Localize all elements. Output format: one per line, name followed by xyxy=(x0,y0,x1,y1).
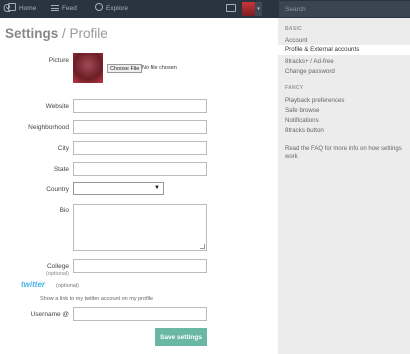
sidebar-faq-text[interactable]: Read the FAQ for more info on how settin… xyxy=(285,145,405,161)
nav-feed-label: Feed xyxy=(62,5,77,12)
city-label: City xyxy=(57,145,69,152)
state-label: State xyxy=(53,166,69,173)
chevron-down-icon[interactable]: ▾ xyxy=(255,2,262,16)
feed-icon xyxy=(51,5,59,11)
page-title-sub: Profile xyxy=(69,26,108,41)
website-field[interactable] xyxy=(73,99,207,113)
sidebar-item-playback[interactable]: Playback preferences xyxy=(285,97,345,104)
sidebar-item-account[interactable]: Account xyxy=(285,37,307,44)
picture-label: Picture xyxy=(48,57,69,64)
dropdown-arrow-icon: ▼ xyxy=(154,185,160,191)
profile-picture xyxy=(73,53,103,83)
sidebar-item-8tracks-plus[interactable]: 8tracks+ / Ad-free xyxy=(285,58,334,65)
twitter-optional-text: (optional) xyxy=(56,283,79,289)
college-label: College (optional) xyxy=(46,263,69,277)
no-file-text: No file chosen xyxy=(142,65,177,71)
page-title-main: Settings xyxy=(5,26,59,41)
neighborhood-label: Neighborhood xyxy=(28,124,69,131)
messages-icon[interactable] xyxy=(226,4,236,12)
sidebar-item-profile[interactable]: Profile & External accounts xyxy=(278,45,410,55)
home-icon xyxy=(8,3,16,11)
sidebar-item-8tracks-button[interactable]: 8tracks button xyxy=(285,127,324,134)
website-label: Website xyxy=(45,103,69,110)
page-title-separator: / xyxy=(58,26,70,41)
college-field[interactable] xyxy=(73,259,207,273)
sidebar-item-notifications[interactable]: Notifications xyxy=(285,117,319,124)
college-optional-text: (optional) xyxy=(46,271,69,277)
bio-label: Bio xyxy=(59,207,69,214)
nav-home-label: Home xyxy=(19,5,37,12)
username-field[interactable] xyxy=(73,307,207,321)
nav-feed[interactable]: Feed xyxy=(51,0,77,18)
country-label: Country xyxy=(46,186,69,193)
explore-icon xyxy=(95,3,103,11)
country-select[interactable]: ▼ xyxy=(73,182,164,195)
user-avatar[interactable] xyxy=(242,2,255,16)
resize-handle-icon[interactable] xyxy=(200,244,205,249)
city-field[interactable] xyxy=(73,141,207,155)
username-label: Username @ xyxy=(30,311,69,318)
choose-file-button[interactable]: Choose File xyxy=(107,64,143,73)
state-field[interactable] xyxy=(73,162,207,176)
neighborhood-field[interactable] xyxy=(73,120,207,134)
nav-explore[interactable]: Explore xyxy=(95,0,128,18)
top-nav-bar: ᘓ Home Feed Explore ▾ xyxy=(0,0,410,18)
nav-explore-label: Explore xyxy=(106,5,129,12)
twitter-hint-text: Show a link to my twitter account on my … xyxy=(40,296,154,302)
bio-textarea[interactable] xyxy=(73,204,207,251)
sidebar-item-change-password[interactable]: Change password xyxy=(285,68,335,75)
page-title: Settings / Profile xyxy=(5,26,108,41)
sidebar-heading-basic: BASIC xyxy=(285,26,303,32)
sidebar-item-safe-browse[interactable]: Safe browse xyxy=(285,107,319,114)
search-input[interactable] xyxy=(279,1,410,17)
twitter-logo: twitter xyxy=(21,280,45,289)
nav-home[interactable]: Home xyxy=(8,0,36,18)
sidebar-heading-fancy: FANCY xyxy=(285,85,304,91)
settings-sidebar: BASIC Account Profile & External account… xyxy=(278,18,410,354)
college-label-text: College xyxy=(46,263,69,270)
save-settings-button[interactable]: Save settings xyxy=(155,328,207,346)
